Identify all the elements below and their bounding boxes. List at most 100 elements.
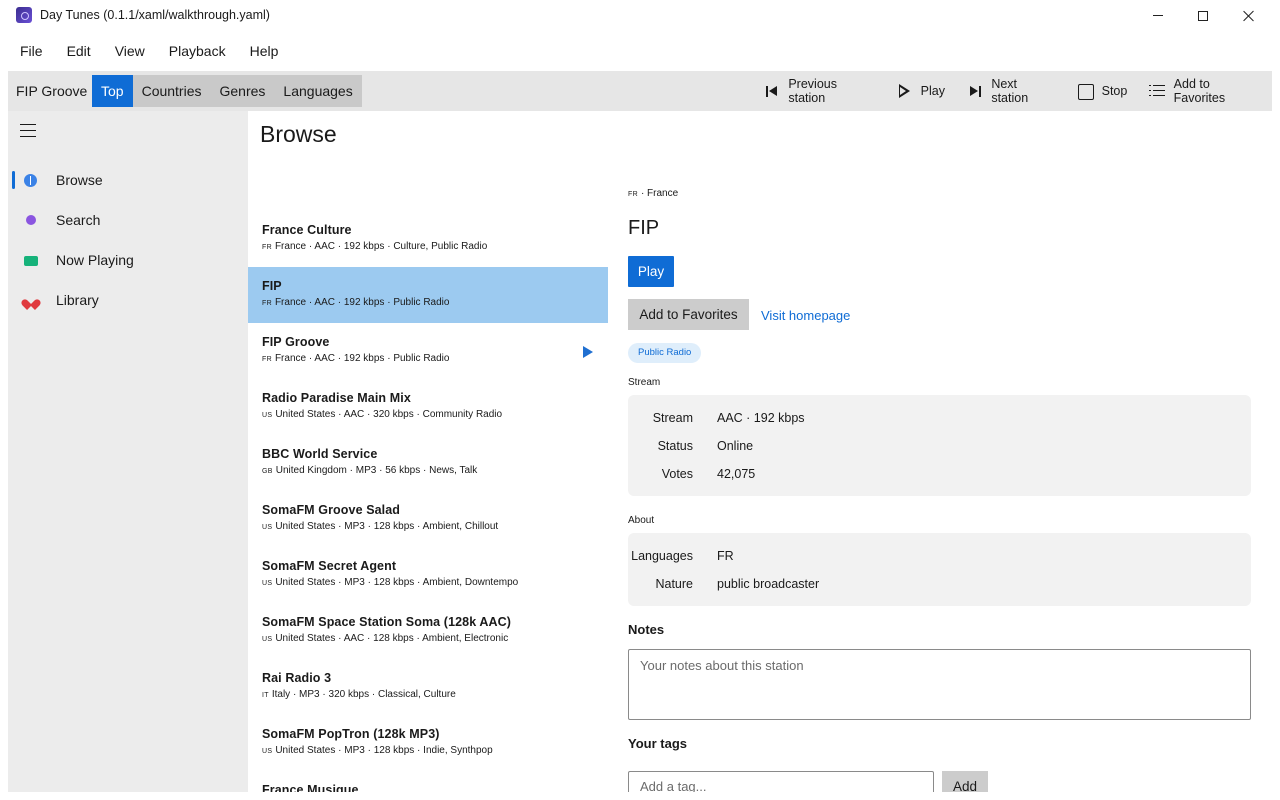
station-details: United Kingdom · MP3 · 56 kbps · News, T…: [275, 465, 478, 476]
station-row-fip-groove[interactable]: FIP Groove FR France · AAC · 192 kbps · P…: [248, 323, 608, 379]
station-row-somafm-secret-agent[interactable]: SomaFM Secret Agent US United States · MP…: [248, 547, 608, 603]
station-name: FIP: [262, 279, 282, 293]
your-tags-label: Your tags: [628, 736, 687, 751]
about-info-card: Languages FR Nature public broadcaster: [628, 533, 1251, 606]
country-code: US: [262, 636, 273, 643]
notes-textarea[interactable]: Your notes about this station: [628, 649, 1251, 720]
page-title: Browse: [260, 121, 337, 147]
browse-icon: [24, 174, 37, 187]
country-code: US: [262, 524, 273, 531]
country-code: FR: [262, 356, 272, 363]
station-meta: GB United Kingdom · MP3 · 56 kbps · News,…: [262, 465, 594, 476]
languages-value: FR: [717, 549, 734, 563]
add-to-favorites-label: Add to Favorites: [1173, 77, 1226, 105]
detail-country: FR · France: [628, 188, 679, 199]
station-row-somafm-poptron[interactable]: SomaFM PopTron (128k MP3) US United State…: [248, 715, 608, 771]
now-playing-icon: [24, 256, 38, 266]
tab-genres[interactable]: Genres: [211, 75, 275, 107]
station-detail-pane: FR · France FIP Play Add to Favorites Vis…: [628, 111, 1252, 792]
tab-languages[interactable]: Languages: [274, 75, 361, 107]
station-name: France Culture: [262, 223, 352, 237]
add-tag-button[interactable]: Add: [942, 771, 988, 792]
country-code: US: [262, 580, 273, 587]
add-to-favorites-button[interactable]: Add to Favorites: [1138, 71, 1272, 111]
station-details: Italy · MP3 · 320 kbps · Classical, Cult…: [271, 689, 456, 700]
station-meta: FR France · AAC · 192 kbps · Public Radio: [262, 353, 594, 364]
country-code: FR: [262, 244, 272, 251]
menu-file[interactable]: File: [8, 31, 55, 71]
sidebar-item-label: Search: [56, 212, 101, 228]
station-meta: FR France · AAC · 192 kbps · Public Radio: [262, 297, 594, 308]
votes-row: Votes 42,075: [628, 467, 1228, 487]
visit-homepage-link[interactable]: Visit homepage: [761, 308, 850, 323]
station-details: United States · AAC · 128 kbps · Ambient…: [275, 633, 509, 644]
station-row-france-musique[interactable]: France Musique: [248, 771, 608, 792]
now-playing-indicator-icon: [583, 346, 593, 358]
notes-label: Notes: [628, 622, 665, 637]
heart-icon: [25, 295, 37, 306]
sidebar-item-now-playing[interactable]: Now Playing: [8, 242, 248, 278]
station-details: United States · AAC · 320 kbps · Communi…: [275, 409, 503, 420]
station-row-somafm-space-station[interactable]: SomaFM Space Station Soma (128k AAC) US U…: [248, 603, 608, 659]
current-station-label: FIP Groove: [16, 83, 88, 99]
nature-key: Nature: [655, 577, 693, 591]
menu-help[interactable]: Help: [238, 31, 291, 71]
play-button[interactable]: Play: [885, 71, 956, 111]
close-button[interactable]: [1226, 0, 1272, 31]
menu-edit[interactable]: Edit: [55, 31, 103, 71]
country-code: FR: [628, 191, 638, 198]
station-row-somafm-groove-salad[interactable]: SomaFM Groove Salad US United States · MP…: [248, 491, 608, 547]
menu-view[interactable]: View: [103, 31, 157, 71]
toolbar: FIP Groove Top Countries Genres Language…: [8, 71, 1272, 111]
detail-play-button[interactable]: Play: [628, 256, 674, 287]
sidebar-item-search[interactable]: Search: [8, 202, 248, 238]
station-list[interactable]: France Culture FR France · AAC · 192 kbps…: [248, 211, 608, 792]
detail-add-to-favorites-button[interactable]: Add to Favorites: [628, 299, 749, 330]
window-title: Day Tunes (0.1.1/xaml/walkthrough.yaml): [40, 8, 270, 22]
station-details: France · AAC · 192 kbps · Public Radio: [274, 297, 450, 308]
country-code: FR: [262, 300, 272, 307]
menu-playback[interactable]: Playback: [157, 31, 238, 71]
station-details: France · AAC · 192 kbps · Public Radio: [274, 353, 450, 364]
station-name: Rai Radio 3: [262, 671, 332, 685]
station-name: SomaFM Space Station Soma (128k AAC): [262, 615, 512, 629]
sidebar-item-label: Library: [56, 292, 99, 308]
tab-countries[interactable]: Countries: [133, 75, 211, 107]
country-code: GB: [262, 468, 273, 475]
stop-label: Stop: [1101, 84, 1128, 98]
station-row-rai-radio-3[interactable]: Rai Radio 3 IT Italy · MP3 · 320 kbps · C…: [248, 659, 608, 715]
station-row-bbc-world-service[interactable]: BBC World Service GB United Kingdom · MP3…: [248, 435, 608, 491]
add-tag-input[interactable]: Add a tag...: [628, 771, 934, 792]
country-code: US: [262, 412, 273, 419]
status-key: Status: [657, 439, 693, 453]
station-row-france-culture[interactable]: France Culture FR France · AAC · 192 kbps…: [248, 211, 608, 267]
votes-value: 42,075: [717, 467, 756, 481]
station-row-fip[interactable]: FIP FR France · AAC · 192 kbps · Public R…: [248, 267, 608, 323]
tag-chip[interactable]: Public Radio: [628, 343, 702, 363]
sidebar-item-label: Now Playing: [56, 252, 134, 268]
search-icon: [26, 215, 36, 225]
next-station-button[interactable]: Next station: [956, 71, 1066, 111]
sidebar-item-library[interactable]: Library: [8, 282, 248, 318]
country-name: France: [647, 188, 679, 199]
station-meta: FR France · AAC · 192 kbps · Culture, Pub…: [262, 241, 594, 252]
stop-button[interactable]: Stop: [1066, 71, 1139, 111]
previous-station-button[interactable]: Previous station: [753, 71, 885, 111]
country-code: US: [262, 748, 273, 755]
stream-row: Stream AAC · 192 kbps: [628, 411, 1228, 431]
station-row-radio-paradise[interactable]: Radio Paradise Main Mix US United States …: [248, 379, 608, 435]
previous-station-label: Previous station: [788, 77, 837, 105]
station-name: Radio Paradise Main Mix: [262, 391, 411, 405]
status-row: Status Online: [628, 439, 1228, 459]
tab-top[interactable]: Top: [92, 75, 133, 107]
languages-key: Languages: [631, 549, 693, 563]
station-details: United States · MP3 · 128 kbps · Ambient…: [275, 521, 499, 532]
station-name: FIP Groove: [262, 335, 330, 349]
station-name: SomaFM PopTron (128k MP3): [262, 727, 440, 741]
maximize-button[interactable]: [1180, 0, 1226, 31]
play-icon: [896, 83, 912, 99]
previous-icon: [764, 83, 779, 99]
sidebar-item-browse[interactable]: Browse: [8, 162, 248, 198]
hamburger-menu-icon[interactable]: [20, 124, 36, 137]
minimize-button[interactable]: [1135, 0, 1181, 31]
